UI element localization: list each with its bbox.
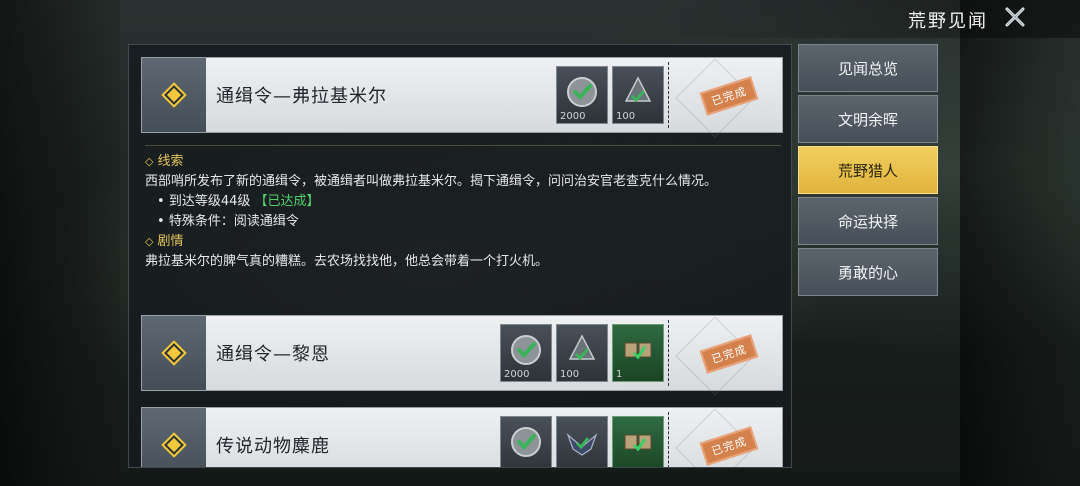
reward-qty: 100	[560, 369, 580, 380]
reward-slot[interactable]: 100	[556, 324, 608, 382]
tab-wild-hunter[interactable]: 荒野猎人	[798, 146, 938, 194]
divider	[668, 62, 669, 128]
quest-card-icon-box	[142, 408, 206, 467]
divider	[668, 320, 669, 386]
requirement-1: • 到达等级44级 【已达成】	[145, 192, 781, 212]
diamond-icon	[164, 85, 184, 105]
clue-heading: ◇ 线索	[145, 152, 781, 172]
clue-heading-label: 线索	[157, 154, 184, 169]
reward-slot[interactable]	[500, 416, 552, 467]
requirement-1-status: 【已达成】	[254, 194, 320, 209]
quest-card-3[interactable]: 传说动物麋鹿 已完成	[141, 407, 783, 467]
tab-overview[interactable]: 见闻总览	[798, 44, 938, 92]
reward-slot[interactable]	[612, 416, 664, 467]
divider	[668, 412, 669, 467]
check-coin-icon	[563, 73, 601, 111]
quest-title: 通缉令—黎恩	[216, 344, 330, 365]
page-title: 荒野见闻	[908, 11, 988, 32]
reward-slot[interactable]	[556, 416, 608, 467]
tab-brave-heart[interactable]: 勇敢的心	[798, 248, 938, 296]
tab-civilization[interactable]: 文明余晖	[798, 95, 938, 143]
close-x-icon	[1005, 7, 1025, 27]
diamond-bullet-icon: ◇	[145, 235, 154, 248]
close-button[interactable]	[1002, 4, 1028, 30]
reward-qty: 2000	[560, 111, 586, 122]
quest-card-icon-box	[142, 316, 206, 390]
bullet-dot-icon: •	[157, 194, 169, 209]
clue-text: 西部哨所发布了新的通缉令，被通缉者叫做弗拉基米尔。揭下通缉令，问问治安官老查克什…	[145, 174, 718, 189]
wing-badge-icon	[563, 423, 601, 461]
reward-qty: 2000	[504, 369, 530, 380]
tree-silhouette-left	[0, 0, 120, 486]
quest-card-1[interactable]: 通缉令—弗拉基米尔 2000 100 已完成	[141, 57, 783, 138]
story-heading: ◇ 剧情	[145, 232, 781, 252]
check-coin-icon	[507, 331, 545, 369]
bullet-dot-icon: •	[157, 214, 169, 229]
reward-qty: 100	[616, 111, 636, 122]
quest-title: 传说动物麋鹿	[216, 436, 330, 457]
top-bar: 荒野见闻	[0, 0, 1080, 38]
requirement-2: • 特殊条件：阅读通缉令	[145, 212, 781, 232]
tab-fate-choice[interactable]: 命运抉择	[798, 197, 938, 245]
requirement-2-text: 特殊条件：阅读通缉令	[168, 214, 299, 229]
emblem-icon	[563, 331, 601, 369]
emblem-icon	[619, 73, 657, 111]
quest-title: 通缉令—弗拉基米尔	[216, 86, 387, 107]
reward-qty: 1	[616, 369, 623, 380]
quest-card-2[interactable]: 通缉令—黎恩 2000 100 1 已完成	[141, 315, 783, 396]
requirement-1-text: 到达等级44级	[168, 194, 251, 209]
story-heading-label: 剧情	[157, 234, 184, 249]
category-tabs: 见闻总览 文明余晖 荒野猎人 命运抉择 勇敢的心	[798, 44, 938, 299]
story-text: 弗拉基米尔的脾气真的糟糕。去农场找找他，他总会带着一个打火机。	[145, 254, 549, 269]
tree-silhouette-right	[960, 0, 1080, 486]
quest-list-panel[interactable]: 通缉令—弗拉基米尔 2000 100 已完成 ◇ 线索 西部哨所发布了新的通缉令…	[128, 44, 792, 468]
ticket-icon	[619, 423, 657, 461]
quest-card-icon-box	[142, 58, 206, 132]
reward-slot[interactable]: 2000	[500, 324, 552, 382]
reward-slot[interactable]: 2000	[556, 66, 608, 124]
check-coin-icon	[507, 423, 545, 461]
diamond-icon	[164, 343, 184, 363]
diamond-icon	[164, 435, 184, 455]
reward-slot[interactable]: 100	[612, 66, 664, 124]
diamond-bullet-icon: ◇	[145, 155, 154, 168]
reward-slot[interactable]: 1	[612, 324, 664, 382]
quest-detail: ◇ 线索 西部哨所发布了新的通缉令，被通缉者叫做弗拉基米尔。揭下通缉令，问问治安…	[145, 145, 781, 272]
ticket-icon	[619, 331, 657, 369]
